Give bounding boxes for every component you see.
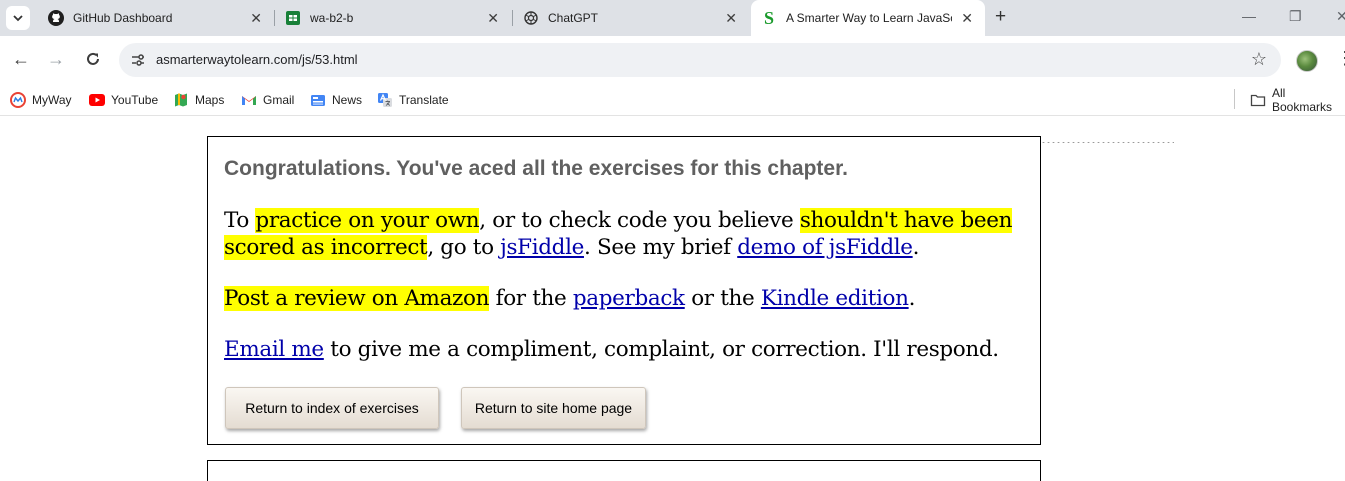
highlight-text: practice on your own	[255, 208, 480, 233]
text: To	[224, 208, 256, 233]
new-tab-plus-icon[interactable]: +	[995, 7, 1006, 26]
tab-title: GitHub Dashboard	[73, 11, 173, 25]
translate-icon	[377, 92, 393, 108]
email-me-link[interactable]: Email me	[224, 337, 324, 362]
text: , or to check code you believe	[479, 208, 800, 233]
return-to-index-button[interactable]: Return to index of exercises	[225, 387, 439, 429]
jsfiddle-demo-link[interactable]: demo of jsFiddle	[737, 235, 913, 260]
highlight-text: Post a review on Amazon	[224, 286, 490, 311]
folder-icon	[1250, 92, 1266, 108]
bookmarks-bar: MyWay YouTube Maps Gmail News Translate	[0, 84, 1345, 116]
tab-title: wa-b2-b	[310, 11, 354, 25]
sheets-icon	[285, 10, 301, 26]
news-icon	[310, 92, 326, 108]
bookmark-gmail[interactable]: Gmail	[241, 89, 294, 111]
bookmark-label: News	[332, 93, 363, 107]
reload-icon[interactable]	[84, 48, 102, 73]
paragraph-review: Post a review on Amazon for the paperbac…	[224, 285, 915, 312]
tab-wa-b2-b[interactable]: wa-b2-b ✕	[275, 0, 511, 36]
forward-arrow-icon[interactable]: →	[47, 48, 65, 70]
bookmark-maps[interactable]: Maps	[173, 89, 224, 111]
text: . See my brief	[583, 235, 738, 260]
highlight-text: shouldn't have been	[799, 208, 1013, 233]
paragraph-email: Email me to give me a compliment, compla…	[224, 336, 999, 363]
gmail-icon	[241, 92, 257, 108]
site-info-icon[interactable]	[130, 52, 146, 68]
address-bar[interactable]: asmarterwaytolearn.com/js/53.html ☆	[119, 43, 1281, 77]
tab-smarter-way-javascript[interactable]: S A Smarter Way to Learn JavaScr ✕	[751, 0, 985, 36]
bookmark-translate[interactable]: Translate	[377, 89, 449, 111]
browser-toolbar: ← → asmarterwaytolearn.com/js/53.html ☆ …	[0, 36, 1345, 84]
text: .	[908, 286, 916, 311]
bookmark-label: Maps	[195, 93, 225, 107]
maps-icon	[173, 92, 189, 108]
text: , go to	[427, 235, 501, 260]
chatgpt-icon	[523, 10, 539, 26]
youtube-icon	[89, 92, 105, 108]
bookmark-label: All Bookmarks	[1272, 86, 1333, 114]
window-close-icon[interactable]: ✕	[1336, 8, 1345, 25]
back-arrow-icon[interactable]: ←	[12, 48, 30, 70]
github-icon	[48, 10, 64, 26]
next-panel	[207, 460, 1041, 481]
bookmark-star-icon[interactable]: ☆	[1251, 49, 1267, 70]
bookmark-myway[interactable]: MyWay	[10, 89, 72, 111]
highlight-text: scored as incorrect	[224, 235, 428, 260]
menu-kebab-icon[interactable]: ⋮	[1336, 49, 1345, 67]
jsfiddle-link[interactable]: jsFiddle	[500, 235, 584, 260]
paragraph-practice: To practice on your own, or to check cod…	[224, 207, 1013, 261]
close-icon[interactable]: ✕	[961, 10, 973, 26]
myway-icon	[10, 92, 26, 108]
bookmark-label: YouTube	[111, 93, 159, 107]
kindle-edition-link[interactable]: Kindle edition	[761, 286, 909, 311]
bookmark-all-bookmarks[interactable]: All Bookmarks	[1250, 86, 1345, 114]
text: or the	[684, 286, 761, 311]
tab-search-button[interactable]	[6, 6, 30, 30]
text: for the	[489, 286, 573, 311]
profile-avatar[interactable]	[1296, 50, 1318, 72]
text: .	[912, 235, 920, 260]
tab-github-dashboard[interactable]: GitHub Dashboard ✕	[38, 0, 274, 36]
bookmark-label: MyWay	[32, 93, 72, 107]
bookmark-label: Translate	[399, 93, 449, 107]
site-s-icon: S	[763, 7, 774, 28]
return-to-home-button[interactable]: Return to site home page	[461, 387, 646, 429]
tab-chatgpt[interactable]: ChatGPT ✕	[513, 0, 749, 36]
url-text[interactable]: asmarterwaytolearn.com/js/53.html	[156, 52, 358, 67]
bookmark-news[interactable]: News	[310, 89, 362, 111]
bookmarks-divider	[1234, 89, 1235, 109]
restore-icon[interactable]: ❐	[1289, 8, 1302, 25]
close-icon[interactable]: ✕	[487, 10, 499, 26]
close-icon[interactable]: ✕	[250, 10, 262, 26]
bookmark-label: Gmail	[263, 93, 295, 107]
bookmark-youtube[interactable]: YouTube	[89, 89, 158, 111]
minimize-icon[interactable]: —	[1242, 8, 1256, 24]
congratulations-panel: Congratulations. You've aced all the exe…	[207, 136, 1041, 445]
paperback-link[interactable]: paperback	[573, 286, 685, 311]
tab-title: ChatGPT	[548, 11, 599, 25]
chevron-down-icon	[13, 15, 23, 22]
tab-title: A Smarter Way to Learn JavaScr	[786, 11, 952, 25]
text: to give me a compliment, complaint, or c…	[323, 337, 999, 362]
page-heading: Congratulations. You've aced all the exe…	[224, 157, 848, 180]
close-icon[interactable]: ✕	[725, 10, 737, 26]
tab-strip: GitHub Dashboard ✕ wa-b2-b ✕ ChatGPT ✕ S…	[0, 0, 1345, 36]
